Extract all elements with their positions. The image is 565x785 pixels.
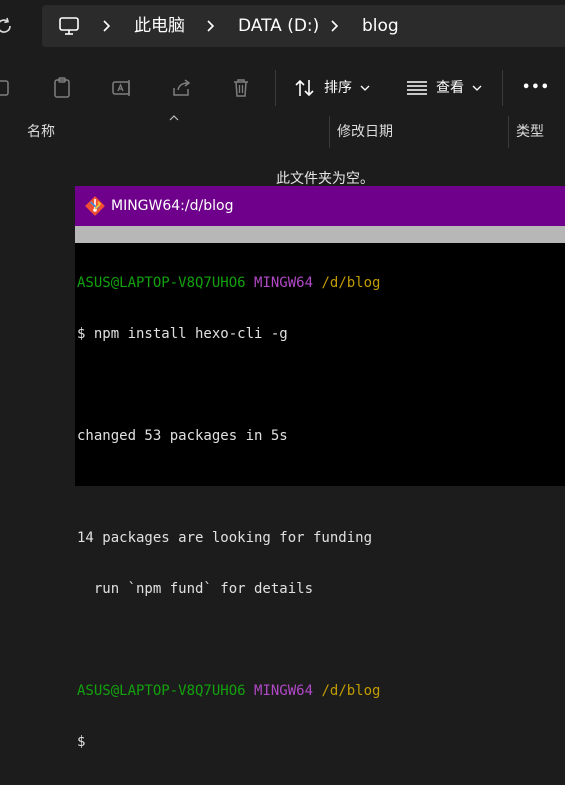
output-line: changed 53 packages in 5s — [77, 428, 288, 444]
prompt-user: ASUS@LAPTOP-V8Q7UHO6 — [77, 683, 246, 699]
chevron-right-icon[interactable] — [100, 19, 114, 33]
address-bar: 此电脑 DATA (D:) blog — [0, 0, 565, 52]
command-bar: 排序 查看 ••• — [0, 60, 565, 116]
chevron-down-icon — [360, 85, 370, 91]
paste-icon[interactable] — [50, 76, 74, 100]
view-label: 查看 — [436, 80, 464, 96]
sort-up-arrow-icon — [169, 115, 179, 121]
share-icon[interactable] — [170, 76, 194, 100]
output-line: 14 packages are looking for funding — [77, 530, 373, 546]
column-divider[interactable] — [508, 116, 509, 148]
delete-icon[interactable] — [229, 76, 253, 100]
column-divider[interactable] — [329, 116, 330, 148]
command-line: $ npm install hexo-cli -g — [77, 326, 288, 342]
prompt-path: /d/blog — [321, 275, 381, 291]
refresh-icon[interactable] — [0, 16, 14, 36]
column-type[interactable]: 类型 — [516, 116, 544, 148]
copy-icon[interactable] — [0, 76, 16, 100]
column-modified-date[interactable]: 修改日期 — [337, 116, 393, 148]
sort-icon — [295, 79, 314, 97]
toolbar-divider — [502, 70, 503, 106]
chevron-right-icon[interactable] — [204, 19, 218, 33]
prompt-line: ASUS@LAPTOP-V8Q7UHO6 MINGW64 /d/blog — [77, 683, 565, 700]
toolbar-divider — [275, 70, 276, 106]
breadcrumb-blog[interactable]: blog — [362, 5, 399, 47]
prompt-env: MINGW64 — [254, 683, 314, 699]
empty-folder-message: 此文件夹为空。 — [276, 171, 374, 187]
prompt-user: ASUS@LAPTOP-V8Q7UHO6 — [77, 275, 246, 291]
sort-label: 排序 — [324, 80, 352, 96]
prompt-line: ASUS@LAPTOP-V8Q7UHO6 MINGW64 /d/blog — [77, 275, 565, 292]
terminal-title-bar[interactable]: MINGW64:/d/blog — [75, 186, 565, 226]
breadcrumb[interactable]: 此电脑 DATA (D:) blog — [42, 5, 565, 47]
git-bash-icon — [85, 196, 105, 216]
terminal-window[interactable]: MINGW64:/d/blog ASUS@LAPTOP-V8Q7UHO6 MIN… — [75, 186, 565, 750]
breadcrumb-this-pc[interactable]: 此电脑 — [134, 5, 185, 47]
sort-button[interactable]: 排序 — [294, 76, 384, 100]
chevron-right-icon[interactable] — [328, 19, 342, 33]
chevron-down-icon — [472, 85, 482, 91]
view-list-icon — [407, 81, 427, 95]
column-name[interactable]: 名称 — [27, 116, 55, 148]
column-header: 名称 修改日期 类型 — [0, 115, 565, 148]
prompt-path: /d/blog — [321, 683, 381, 699]
prompt-env: MINGW64 — [254, 275, 314, 291]
command-input-line[interactable]: $ — [77, 734, 565, 751]
terminal-output[interactable]: ASUS@LAPTOP-V8Q7UHO6 MINGW64 /d/blog $ n… — [77, 241, 565, 785]
rename-icon[interactable] — [110, 76, 134, 100]
this-pc-icon[interactable] — [58, 16, 80, 36]
view-button[interactable]: 查看 — [406, 76, 496, 100]
breadcrumb-data-drive[interactable]: DATA (D:) — [238, 5, 319, 47]
output-line: run `npm fund` for details — [77, 581, 314, 597]
terminal-title: MINGW64:/d/blog — [111, 198, 234, 214]
more-options-button[interactable]: ••• — [522, 76, 550, 100]
